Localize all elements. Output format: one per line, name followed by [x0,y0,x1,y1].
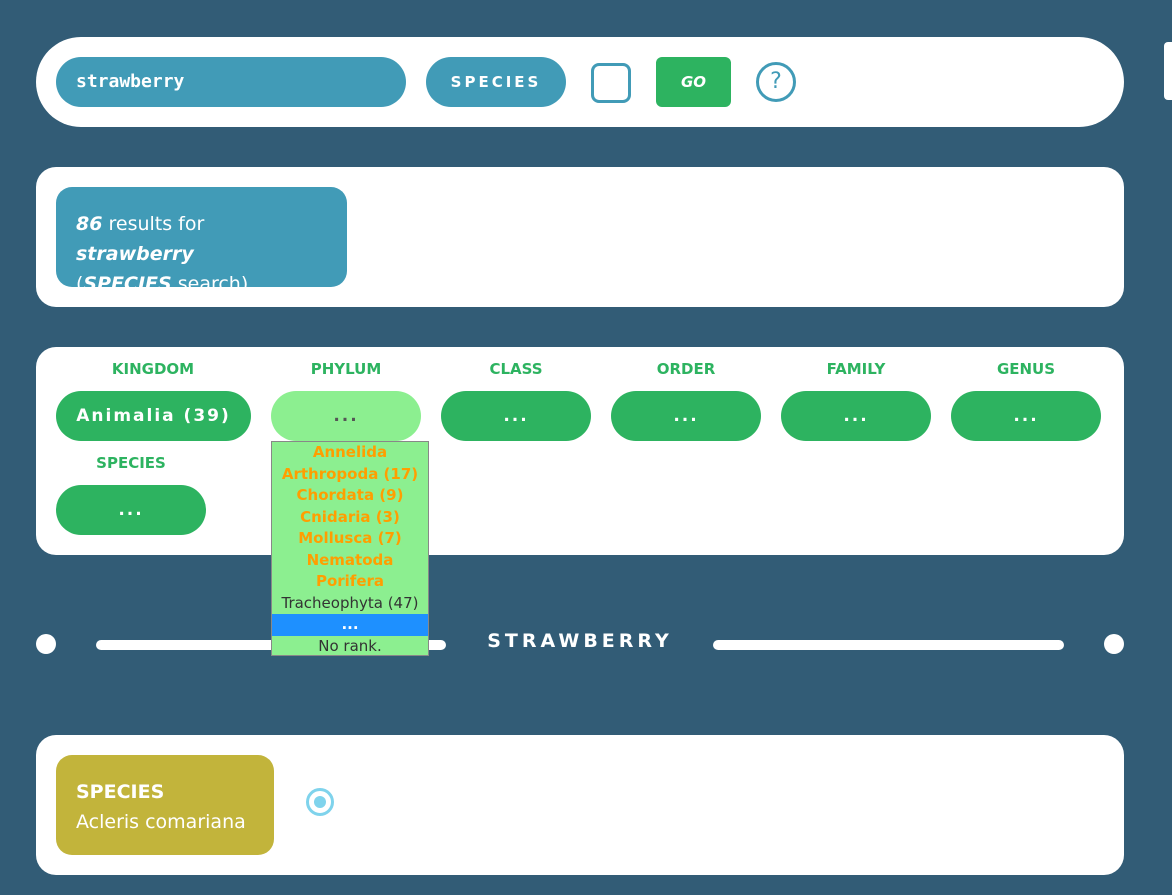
search-input[interactable]: strawberry [56,57,406,107]
result-count: 86 [76,213,103,235]
dropdown-option[interactable]: Tracheophyta (47) [272,593,428,615]
help-symbol: ? [770,69,782,94]
dropdown-option[interactable]: No rank. [272,636,428,658]
radio-selected-icon[interactable] [306,788,334,816]
dropdown-option[interactable]: Mollusca (7) [272,528,428,550]
species-card[interactable]: SPECIES Acleris comariana [56,755,274,855]
side-scroll-tab[interactable] [1164,42,1172,100]
genus-label: GENUS [996,360,1056,378]
dropdown-option-selected[interactable]: ... [272,614,428,636]
order-label: ORDER [656,360,716,378]
genus-select[interactable]: ... [951,391,1101,441]
rank-select-button[interactable]: SPECIES [426,57,566,107]
search-text: search) [171,273,249,295]
divider-title: STRAWBERRY [487,630,673,652]
phylum-label: PHYLUM [310,360,382,378]
result-panel: SPECIES Acleris comariana [36,735,1124,875]
divider-dot-right [1104,634,1124,654]
dropdown-option[interactable]: Porifera [272,571,428,593]
species-label: SPECIES [96,454,166,472]
results-for-text: results for [102,213,205,235]
help-icon[interactable]: ? [756,62,796,102]
results-panel: 86 results for strawberry (SPECIES searc… [36,167,1124,307]
kingdom-select[interactable]: Animalia (39) [56,391,251,441]
dropdown-option[interactable]: Cnidaria (3) [272,507,428,529]
go-button[interactable]: GO [656,57,731,107]
kingdom-label: KINGDOM [111,360,195,378]
phylum-select[interactable]: ... [271,391,421,441]
dropdown-option[interactable]: Nematoda [272,550,428,572]
phylum-dropdown: Annelida Arthropoda (17) Chordata (9) Cn… [271,441,429,656]
taxonomy-panel: KINGDOM Animalia (39) PHYLUM ... CLASS .… [36,347,1124,555]
class-select[interactable]: ... [441,391,591,441]
dropdown-option[interactable]: Chordata (9) [272,485,428,507]
family-select[interactable]: ... [781,391,931,441]
dropdown-option[interactable]: Arthropoda (17) [272,464,428,486]
results-summary: 86 results for strawberry (SPECIES searc… [56,187,347,295]
species-card-name: Acleris comariana [76,811,246,833]
dropdown-option[interactable]: Annelida [272,442,428,464]
species-card-rank: SPECIES [76,781,165,803]
search-panel: strawberry SPECIES GO ? [36,37,1124,127]
family-label: FAMILY [826,360,886,378]
divider-line-right [713,640,1064,650]
divider-dot-left [36,634,56,654]
order-select[interactable]: ... [611,391,761,441]
species-select[interactable]: ... [56,485,206,535]
result-query: strawberry [76,243,194,265]
option-checkbox[interactable] [591,63,631,103]
result-rank: SPECIES [83,273,172,295]
class-label: CLASS [489,360,543,378]
